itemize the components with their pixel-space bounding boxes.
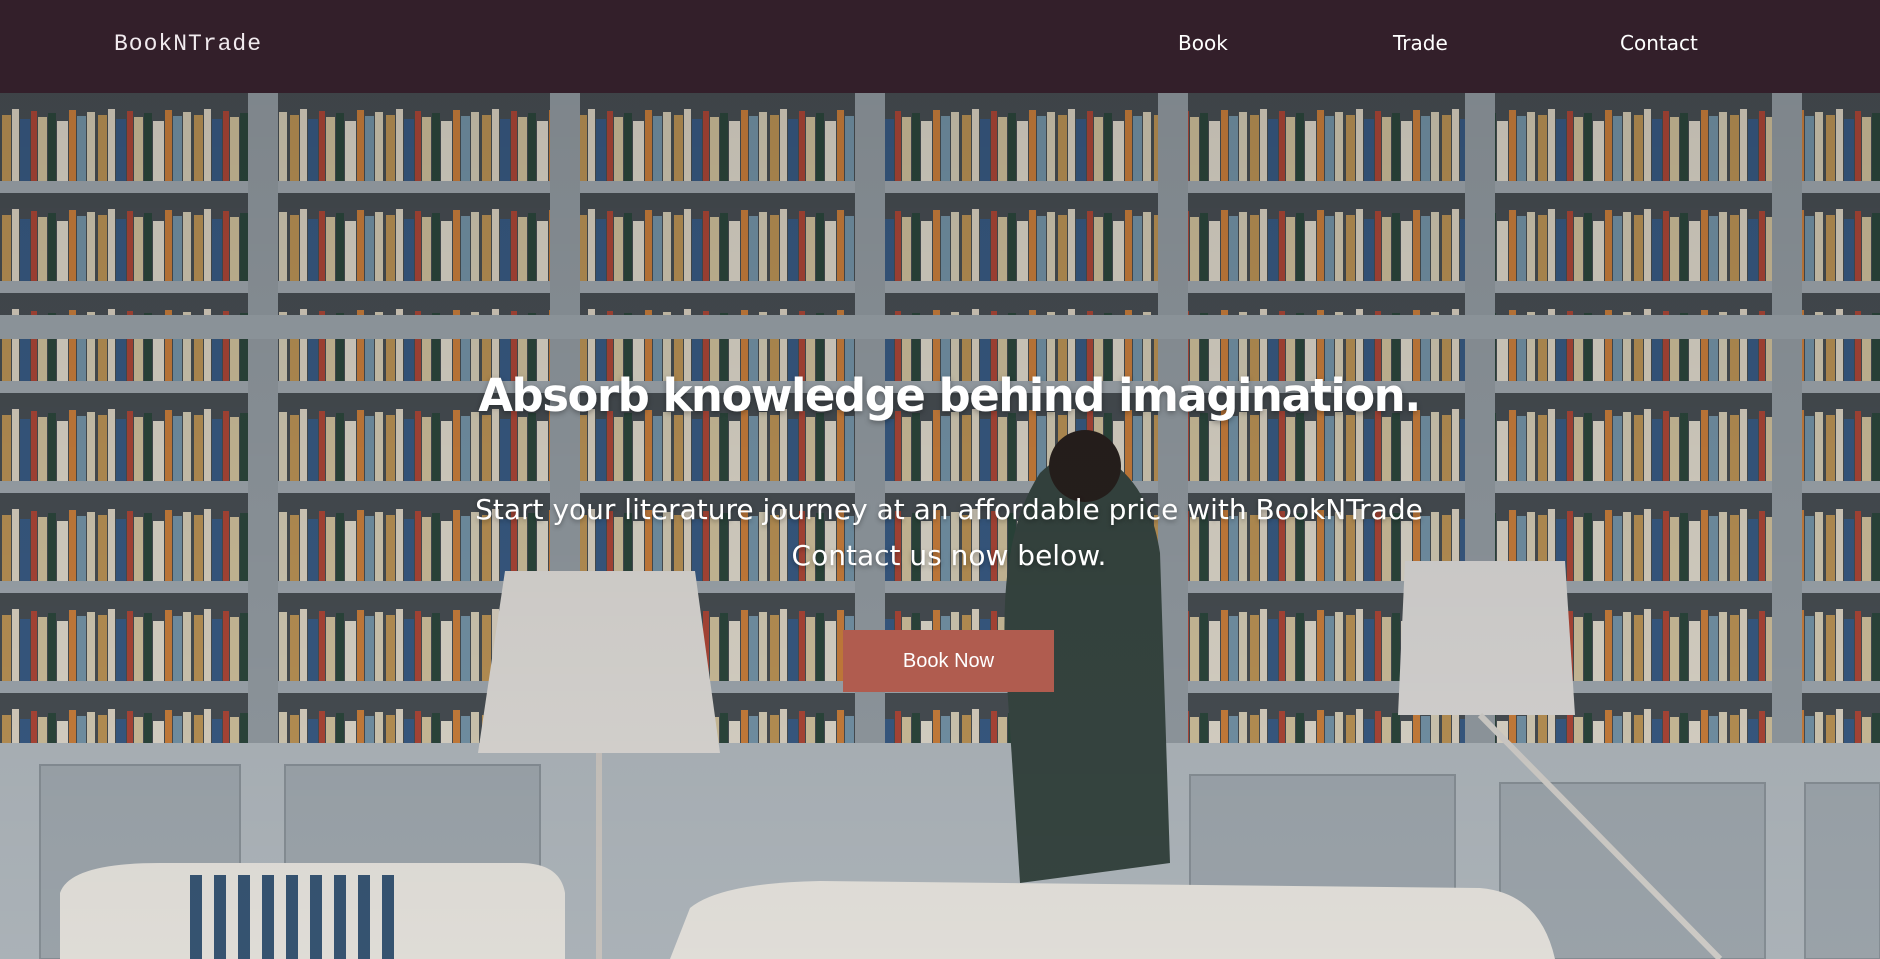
hero-subtitle: Start your literature journey at an affo… bbox=[0, 487, 1880, 579]
nav-link-book[interactable]: Book bbox=[1178, 31, 1228, 55]
hero-subtitle-line-1: Start your literature journey at an affo… bbox=[475, 493, 1423, 526]
nav-link-contact[interactable]: Contact bbox=[1620, 31, 1698, 55]
book-now-button[interactable]: Book Now bbox=[843, 630, 1054, 692]
nav-link-trade[interactable]: Trade bbox=[1393, 31, 1448, 55]
hero-section: Absorb knowledge behind imagination. Sta… bbox=[0, 93, 1880, 959]
brand-logo[interactable]: BookNTrade bbox=[114, 31, 262, 57]
hero-title: Absorb knowledge behind imagination. bbox=[478, 369, 1421, 422]
hero-subtitle-line-2: Contact us now below. bbox=[791, 539, 1107, 572]
top-navbar: BookNTrade Book Trade Contact bbox=[0, 0, 1880, 93]
